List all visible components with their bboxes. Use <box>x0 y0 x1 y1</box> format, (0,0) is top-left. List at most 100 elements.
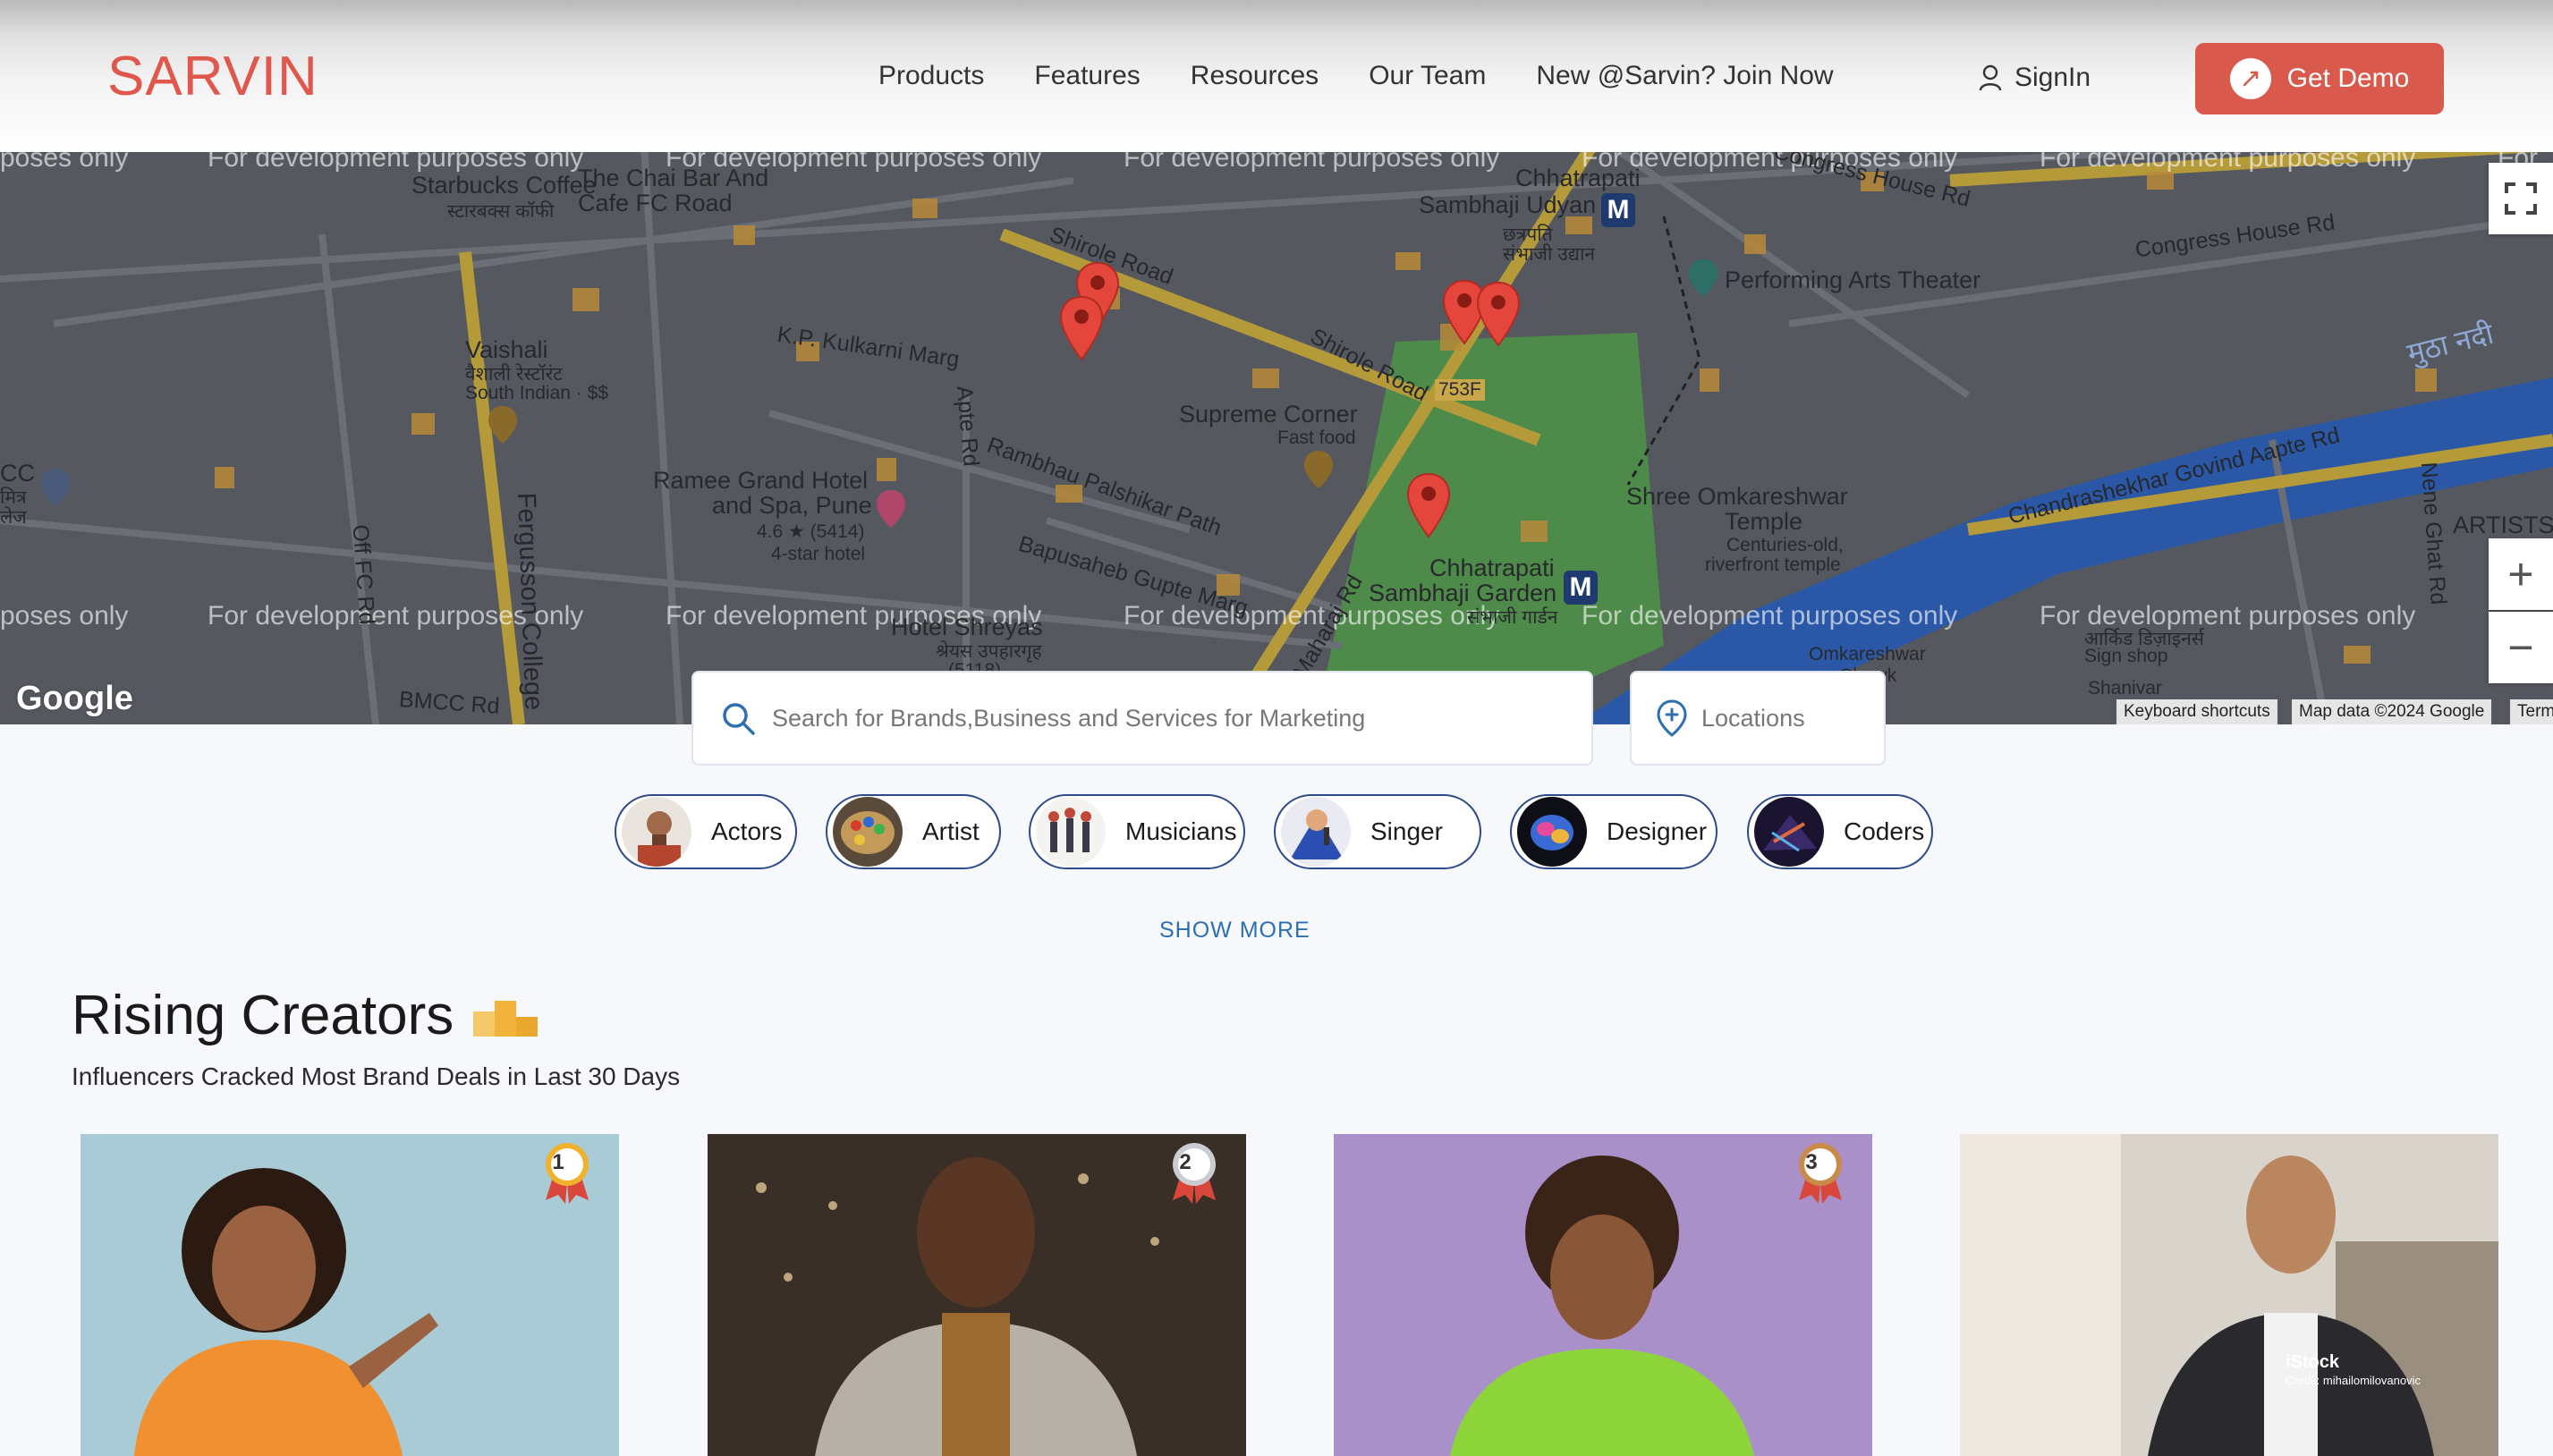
map-place: संभाजी गार्डन <box>1467 607 1558 628</box>
user-icon <box>1979 64 2002 91</box>
map-place[interactable]: Performing Arts Theater <box>1725 267 1980 294</box>
map-place[interactable]: Supreme Corner <box>1179 401 1358 428</box>
section-title: Rising Creators <box>72 984 539 1047</box>
location-pin-add-icon <box>1657 699 1687 737</box>
search-icon <box>723 703 755 735</box>
designer-avatar <box>1517 797 1587 867</box>
chip-label: Designer <box>1607 817 1708 845</box>
map-place: and Spa, Pune <box>712 492 872 519</box>
theater-icon[interactable] <box>1687 258 1719 299</box>
creator-card[interactable]: 1 <box>81 1134 619 1456</box>
map-place: Centuries-old, <box>1726 535 1844 555</box>
map-place[interactable]: Vaishali <box>465 336 548 364</box>
metro-icon: M <box>1564 571 1598 605</box>
nav-products[interactable]: Products <box>878 61 984 91</box>
map-place[interactable]: Chhatrapati <box>1515 165 1641 192</box>
creator-card[interactable]: 2 <box>708 1134 1246 1456</box>
map-place: लेज <box>0 507 27 528</box>
zoom-in-button[interactable]: + <box>2489 538 2553 610</box>
artist-avatar <box>833 797 903 867</box>
chip-label: Singer <box>1370 817 1443 845</box>
rocket-icon <box>2229 58 2271 99</box>
category-chip-designer[interactable]: Designer <box>1510 794 1718 869</box>
creator-photo <box>81 1134 619 1456</box>
main-nav: Products Features Resources Our Team New… <box>878 61 1834 91</box>
map-place[interactable]: Ramee Grand Hotel <box>653 467 868 495</box>
section-subtitle: Influencers Cracked Most Brand Deals in … <box>72 1062 681 1090</box>
map-place: संभाजी उद्यान <box>1503 244 1596 265</box>
metro-icon: M <box>1601 193 1635 227</box>
location-pin-icon[interactable] <box>1059 295 1104 361</box>
creator-card[interactable]: 3 <box>1334 1134 1872 1456</box>
rank-number: 3 <box>1805 1150 1818 1174</box>
category-chip-artist[interactable]: Artist <box>826 794 1001 869</box>
location-pin-icon[interactable] <box>1406 472 1451 538</box>
map-place: Temple <box>1725 508 1803 535</box>
restaurant-icon[interactable] <box>487 404 519 445</box>
stock-watermark: iStock <box>2286 1352 2340 1372</box>
locations-label: Locations <box>1701 704 1805 732</box>
category-chip-musicians[interactable]: Musicians <box>1029 794 1245 869</box>
school-icon[interactable] <box>39 467 72 508</box>
chip-label: Coders <box>1844 817 1925 845</box>
map-place: 4-star hotel <box>771 544 866 564</box>
map-place[interactable]: Shree Omkareshwar <box>1626 483 1848 511</box>
map-place[interactable]: Chhatrapati <box>1429 554 1555 582</box>
locations-selector[interactable]: Locations <box>1630 671 1886 766</box>
map-place[interactable]: The Chai Bar And <box>578 165 768 192</box>
rising-creators-title: Rising Creators <box>72 985 454 1046</box>
location-pin-icon[interactable] <box>1476 281 1521 347</box>
map-place: Omkareshwar <box>1809 644 1926 665</box>
google-map[interactable]: poses only For development purposes only… <box>0 145 2553 724</box>
map-road-number: 753F <box>1435 379 1485 401</box>
map-watermark: poses only <box>0 601 129 631</box>
map-place: Sambhaji Udyan <box>1419 191 1597 218</box>
map-place: riverfront temple <box>1705 554 1841 575</box>
show-more-link[interactable]: SHOW MORE <box>1159 918 1310 944</box>
nav-resources[interactable]: Resources <box>1191 61 1319 91</box>
signin-label: SignIn <box>2014 63 2091 92</box>
map-place: 4.6 ★ (5414) <box>757 521 865 542</box>
map-place[interactable]: Hotel Shreyas <box>891 614 1043 641</box>
google-logo[interactable]: Google <box>16 680 133 718</box>
category-chip-singer[interactable]: Singer <box>1274 794 1481 869</box>
creator-photo <box>708 1134 1246 1456</box>
map-place: Shanivar <box>2088 678 2162 698</box>
rank-number: 2 <box>1179 1150 1192 1174</box>
chip-label: Actors <box>711 817 783 845</box>
search-bar[interactable] <box>691 671 1593 766</box>
terms-link[interactable]: Terms <box>2510 699 2553 724</box>
map-data-attribution: Map data ©2024 Google <box>2292 699 2492 724</box>
nav-features[interactable]: Features <box>1034 61 1140 91</box>
search-input[interactable] <box>772 704 1559 732</box>
brand-logo[interactable]: SARVIN <box>107 45 318 108</box>
site-header: SARVIN Products Features Resources Our T… <box>0 0 2553 152</box>
map-place: CC <box>0 460 35 487</box>
get-demo-label: Get Demo <box>2286 63 2410 93</box>
map-place: Sign shop <box>2084 646 2168 666</box>
keyboard-shortcuts-link[interactable]: Keyboard shortcuts <box>2116 699 2277 724</box>
creator-card[interactable]: iStock Credit: mihailomilovanovic <box>1960 1134 2498 1456</box>
nav-join-now[interactable]: New @Sarvin? Join Now <box>1536 61 1833 91</box>
hotel-icon[interactable] <box>875 488 907 529</box>
zoom-out-button[interactable]: − <box>2489 612 2553 683</box>
category-chip-actors[interactable]: Actors <box>615 794 797 869</box>
stock-credit: Credit: mihailomilovanovic <box>2286 1374 2421 1387</box>
get-demo-button[interactable]: Get Demo <box>2195 43 2444 114</box>
restaurant-icon[interactable] <box>1302 449 1335 490</box>
category-chip-coders[interactable]: Coders <box>1747 794 1933 869</box>
map-place: Cafe FC Road <box>578 190 733 216</box>
map-place: Fast food <box>1277 427 1356 448</box>
coders-avatar <box>1754 797 1824 867</box>
map-place[interactable]: Starbucks Coffee <box>411 172 597 199</box>
nav-our-team[interactable]: Our Team <box>1369 61 1486 91</box>
map-place: स्टारबक्स कॉफी <box>447 201 555 222</box>
rank-number: 1 <box>552 1150 564 1174</box>
singer-avatar <box>1281 797 1351 867</box>
chip-label: Musicians <box>1125 817 1237 845</box>
map-place: South Indian · $$ <box>465 383 608 403</box>
chip-label: Artist <box>922 817 980 845</box>
signin-link[interactable]: SignIn <box>1979 63 2091 93</box>
creator-photo <box>1960 1134 2498 1456</box>
fullscreen-button[interactable] <box>2489 163 2553 234</box>
